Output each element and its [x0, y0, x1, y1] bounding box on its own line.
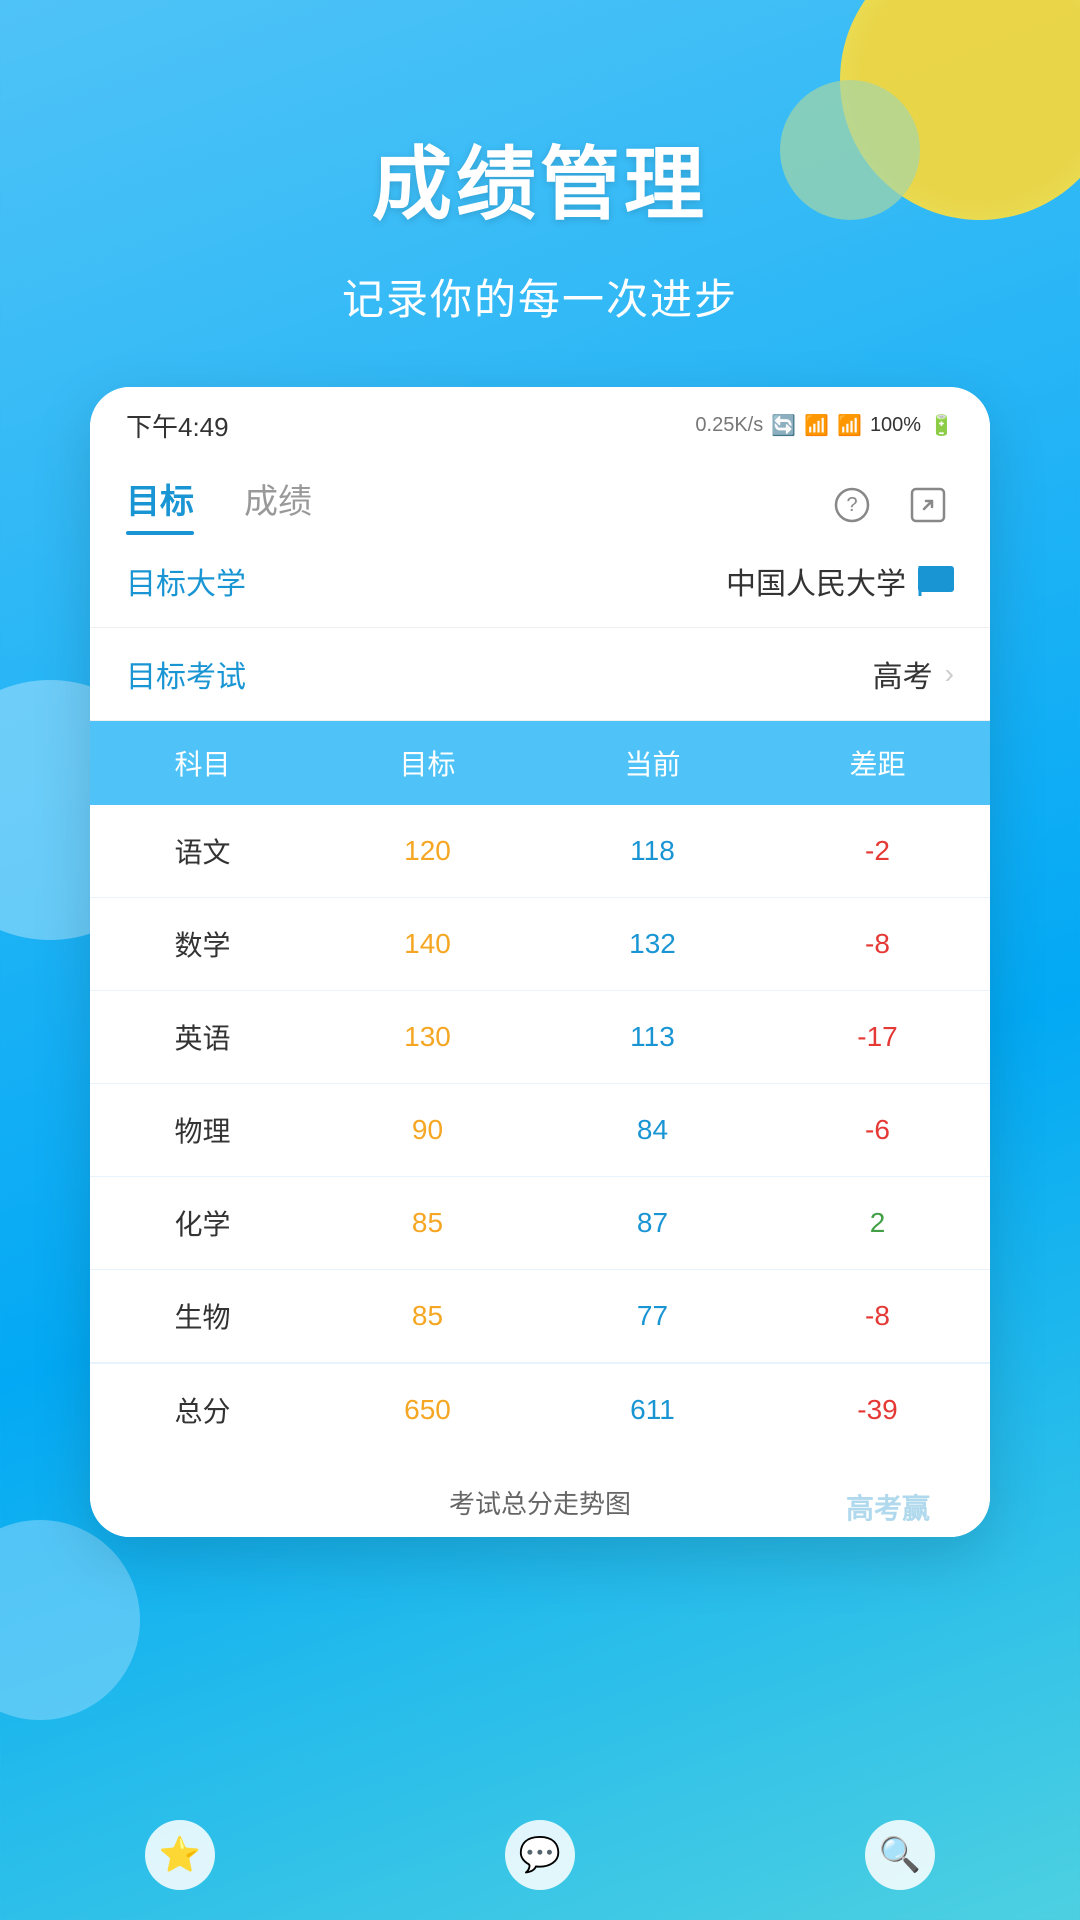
- cell-target: 120: [315, 805, 540, 898]
- cell-subject: 物理: [90, 1084, 315, 1177]
- battery-icon: 🔋: [929, 413, 954, 438]
- exam-name: 高考: [873, 652, 933, 696]
- chart-hint: 考试总分走势图 高考赢: [90, 1456, 990, 1537]
- cell-subject: 总分: [90, 1363, 315, 1456]
- score-table: 科目 目标 当前 差距 语文 120 118 -2 数学 140 132 -8 …: [90, 721, 990, 1456]
- status-right: 0.25K/s 🔄 📶 📶 100% 🔋: [695, 413, 954, 438]
- cell-diff: -39: [765, 1363, 990, 1456]
- export-button[interactable]: [902, 479, 954, 531]
- cell-subject: 生物: [90, 1270, 315, 1364]
- bottom-nav: ⭐ 💬 🔍: [0, 1790, 1080, 1920]
- header: 成绩管理 记录你的每一次进步: [0, 0, 1080, 387]
- exam-row[interactable]: 目标考试 高考 ›: [90, 628, 990, 721]
- cell-diff: -17: [765, 991, 990, 1084]
- tab-target[interactable]: 目标: [126, 474, 194, 535]
- cell-target: 90: [315, 1084, 540, 1177]
- col-diff: 差距: [765, 721, 990, 805]
- table-row: 物理 90 84 -6: [90, 1084, 990, 1177]
- chevron-right-icon: ›: [945, 658, 954, 690]
- phone-card: 下午4:49 0.25K/s 🔄 📶 📶 100% 🔋 目标 成绩: [90, 387, 990, 1537]
- cell-current: 118: [540, 805, 765, 898]
- cell-diff: -6: [765, 1084, 990, 1177]
- cell-diff: -8: [765, 1270, 990, 1364]
- sub-title: 记录你的每一次进步: [0, 266, 1080, 327]
- cell-subject: 数学: [90, 898, 315, 991]
- cell-target: 130: [315, 991, 540, 1084]
- cell-current: 87: [540, 1177, 765, 1270]
- svg-text:?: ?: [846, 494, 857, 516]
- cell-target: 85: [315, 1270, 540, 1364]
- wifi-icon: 📶: [837, 413, 862, 438]
- cell-diff: -8: [765, 898, 990, 991]
- cell-subject: 英语: [90, 991, 315, 1084]
- bottom-nav-chat[interactable]: 💬: [505, 1820, 575, 1890]
- phone-card-wrapper: 下午4:49 0.25K/s 🔄 📶 📶 100% 🔋 目标 成绩: [0, 387, 1080, 1537]
- cell-current: 611: [540, 1363, 765, 1456]
- bg-circle-bottom-left: [0, 1520, 140, 1720]
- cell-target: 85: [315, 1177, 540, 1270]
- cell-subject: 语文: [90, 805, 315, 898]
- signal-icon: 📶: [804, 413, 829, 438]
- battery-text: 100%: [870, 414, 921, 437]
- cell-current: 132: [540, 898, 765, 991]
- chat-icon: 💬: [505, 1820, 575, 1890]
- table-row: 生物 85 77 -8: [90, 1270, 990, 1364]
- table-row: 英语 130 113 -17: [90, 991, 990, 1084]
- search-icon: 🔍: [865, 1820, 935, 1890]
- status-bar: 下午4:49 0.25K/s 🔄 📶 📶 100% 🔋: [90, 387, 990, 454]
- cell-current: 84: [540, 1084, 765, 1177]
- university-value: 中国人民大学: [726, 559, 954, 603]
- exam-value: 高考 ›: [873, 652, 954, 696]
- col-subject: 科目: [90, 721, 315, 805]
- cell-diff: -2: [765, 805, 990, 898]
- cell-target: 650: [315, 1363, 540, 1456]
- watermark: 高考赢: [846, 1487, 930, 1527]
- col-target: 目标: [315, 721, 540, 805]
- cell-current: 113: [540, 991, 765, 1084]
- col-current: 当前: [540, 721, 765, 805]
- sync-icon: 🔄: [771, 413, 796, 438]
- tab-score[interactable]: 成绩: [244, 474, 312, 535]
- university-name: 中国人民大学: [726, 559, 906, 603]
- cell-subject: 化学: [90, 1177, 315, 1270]
- university-row[interactable]: 目标大学 中国人民大学: [90, 535, 990, 628]
- nav-icons: ?: [826, 479, 954, 531]
- main-title: 成绩管理: [0, 120, 1080, 236]
- table-row: 化学 85 87 2: [90, 1177, 990, 1270]
- star-icon: ⭐: [145, 1820, 215, 1890]
- bottom-nav-search[interactable]: 🔍: [865, 1820, 935, 1890]
- university-label: 目标大学: [126, 559, 246, 603]
- table-row: 语文 120 118 -2: [90, 805, 990, 898]
- table-row: 总分 650 611 -39: [90, 1363, 990, 1456]
- bottom-nav-star[interactable]: ⭐: [145, 1820, 215, 1890]
- table-body: 语文 120 118 -2 数学 140 132 -8 英语 130 113 -…: [90, 805, 990, 1456]
- cell-target: 140: [315, 898, 540, 991]
- nav-tabs: 目标 成绩 ?: [90, 454, 990, 535]
- cell-current: 77: [540, 1270, 765, 1364]
- cell-diff: 2: [765, 1177, 990, 1270]
- network-speed: 0.25K/s: [695, 414, 763, 437]
- exam-label: 目标考试: [126, 652, 246, 696]
- table-header: 科目 目标 当前 差距: [90, 721, 990, 805]
- flag-icon: [918, 566, 954, 596]
- help-button[interactable]: ?: [826, 479, 878, 531]
- status-time: 下午4:49: [126, 407, 229, 444]
- table-row: 数学 140 132 -8: [90, 898, 990, 991]
